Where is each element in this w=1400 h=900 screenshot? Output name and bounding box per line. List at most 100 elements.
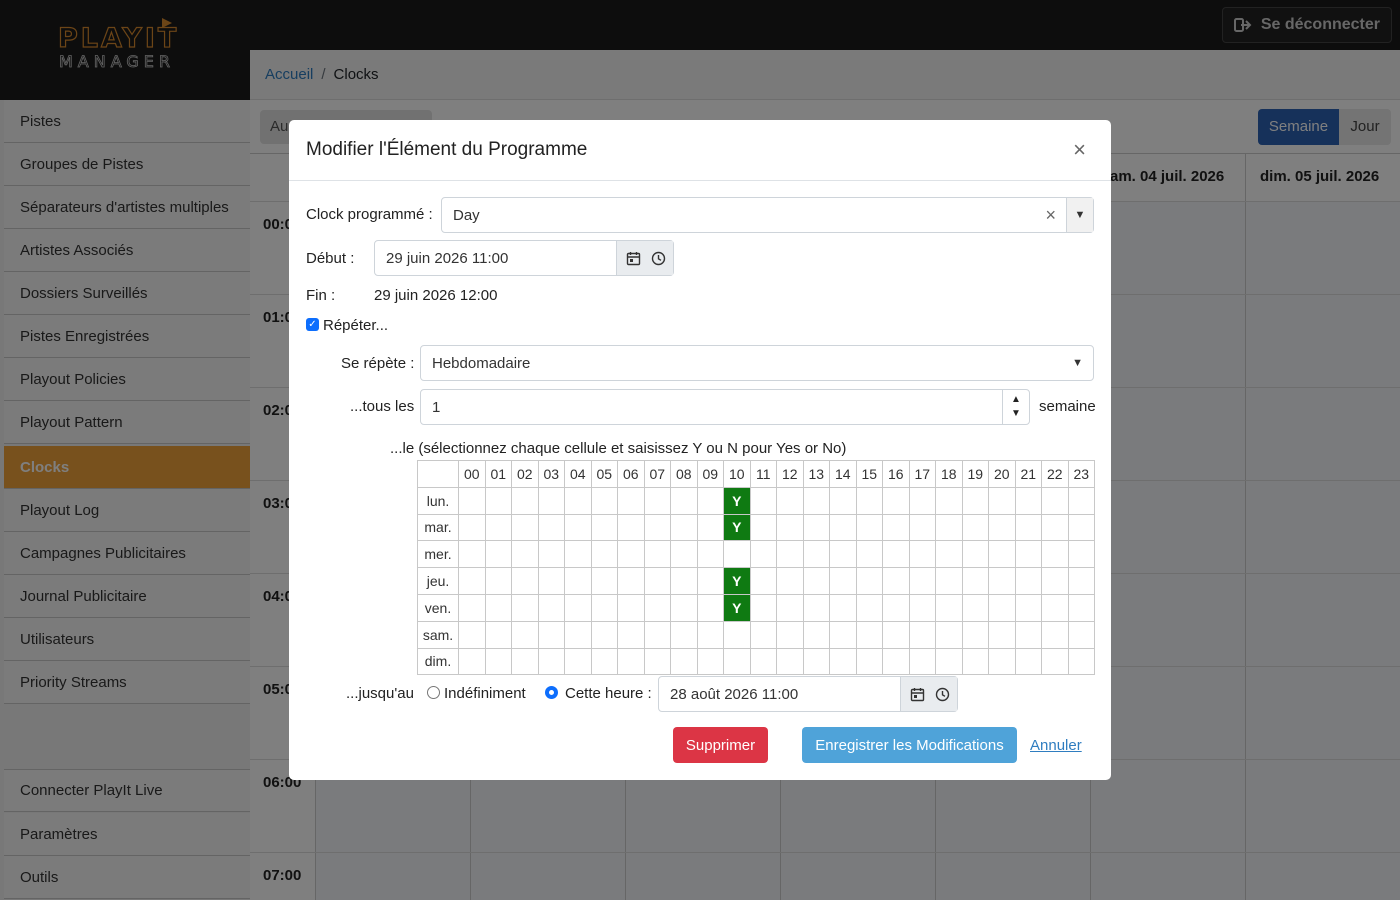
- until-this-time-radio[interactable]: [545, 686, 558, 699]
- grid-cell[interactable]: [961, 647, 989, 676]
- grid-cell[interactable]: [829, 647, 857, 676]
- grid-cell[interactable]: [564, 647, 592, 676]
- grid-cell[interactable]: [670, 513, 698, 542]
- grid-cell[interactable]: [961, 567, 989, 595]
- grid-cell[interactable]: [908, 593, 936, 622]
- close-icon[interactable]: ×: [1073, 137, 1086, 163]
- grid-cell[interactable]: [484, 647, 512, 676]
- grid-cell[interactable]: [1014, 486, 1042, 515]
- grid-cell[interactable]: [749, 567, 777, 595]
- clock-select[interactable]: Day × ▼: [441, 197, 1094, 233]
- grid-cell[interactable]: [882, 567, 910, 595]
- repeats-select[interactable]: Hebdomadaire ▼: [420, 345, 1094, 381]
- grid-cell[interactable]: [1041, 647, 1069, 676]
- grid-cell[interactable]: [961, 593, 989, 622]
- grid-cell[interactable]: [484, 540, 512, 569]
- grid-cell[interactable]: [829, 540, 857, 569]
- grid-cell[interactable]: [1014, 513, 1042, 542]
- grid-cell[interactable]: [511, 620, 539, 649]
- number-spinner[interactable]: ▲ ▼: [1002, 390, 1029, 424]
- every-number-input[interactable]: 1 ▲ ▼: [420, 389, 1030, 425]
- grid-cell[interactable]: [458, 513, 486, 542]
- grid-cell[interactable]: [749, 513, 777, 542]
- grid-cell[interactable]: [590, 647, 618, 676]
- calendar-icon[interactable]: [626, 251, 641, 266]
- grid-cell[interactable]: [988, 513, 1016, 542]
- grid-cell[interactable]: [643, 567, 671, 595]
- grid-cell[interactable]: [988, 647, 1016, 676]
- delete-button[interactable]: Supprimer: [673, 727, 768, 763]
- grid-cell[interactable]: [670, 567, 698, 595]
- grid-cell[interactable]: [749, 593, 777, 622]
- grid-cell[interactable]: [564, 567, 592, 595]
- grid-cell[interactable]: [537, 540, 565, 569]
- grid-cell[interactable]: [484, 567, 512, 595]
- grid-cell[interactable]: [988, 486, 1016, 515]
- grid-cell[interactable]: [670, 486, 698, 515]
- grid-cell[interactable]: [935, 647, 963, 676]
- grid-cell[interactable]: [696, 620, 724, 649]
- until-indefinitely-radio[interactable]: [427, 686, 440, 699]
- grid-cell[interactable]: [882, 540, 910, 569]
- grid-cell[interactable]: [776, 647, 804, 676]
- grid-cell[interactable]: [723, 540, 751, 569]
- grid-cell[interactable]: [1014, 647, 1042, 676]
- grid-cell[interactable]: [829, 513, 857, 542]
- grid-cell[interactable]: [1067, 513, 1095, 542]
- grid-cell[interactable]: [670, 620, 698, 649]
- grid-cell[interactable]: [776, 593, 804, 622]
- grid-cell[interactable]: [988, 593, 1016, 622]
- grid-cell[interactable]: Y: [723, 486, 751, 515]
- grid-cell[interactable]: [696, 513, 724, 542]
- grid-cell[interactable]: [988, 567, 1016, 595]
- grid-cell[interactable]: Y: [723, 593, 751, 622]
- grid-cell[interactable]: [908, 567, 936, 595]
- grid-cell[interactable]: [776, 567, 804, 595]
- grid-cell[interactable]: [590, 513, 618, 542]
- grid-cell[interactable]: [882, 647, 910, 676]
- grid-cell[interactable]: [590, 593, 618, 622]
- grid-cell[interactable]: [643, 486, 671, 515]
- grid-cell[interactable]: [696, 593, 724, 622]
- grid-cell[interactable]: [564, 486, 592, 515]
- grid-cell[interactable]: [961, 540, 989, 569]
- grid-cell[interactable]: Y: [723, 513, 751, 542]
- until-datetime-input[interactable]: 28 août 2026 11:00: [658, 676, 958, 712]
- grid-cell[interactable]: [590, 486, 618, 515]
- grid-cell[interactable]: [855, 540, 883, 569]
- grid-cell[interactable]: [908, 647, 936, 676]
- grid-cell[interactable]: [749, 620, 777, 649]
- grid-cell[interactable]: [511, 647, 539, 676]
- grid-cell[interactable]: [458, 647, 486, 676]
- grid-cell[interactable]: [564, 513, 592, 542]
- grid-cell[interactable]: [484, 620, 512, 649]
- grid-cell[interactable]: [484, 486, 512, 515]
- grid-cell[interactable]: [537, 593, 565, 622]
- grid-cell[interactable]: [908, 486, 936, 515]
- grid-cell[interactable]: [670, 540, 698, 569]
- grid-cell[interactable]: [802, 540, 830, 569]
- grid-cell[interactable]: [829, 620, 857, 649]
- grid-cell[interactable]: [537, 513, 565, 542]
- start-datetime-input[interactable]: 29 juin 2026 11:00: [374, 240, 674, 276]
- grid-cell[interactable]: [1041, 540, 1069, 569]
- grid-cell[interactable]: [935, 567, 963, 595]
- grid-cell[interactable]: [988, 620, 1016, 649]
- grid-cell[interactable]: [458, 620, 486, 649]
- grid-cell[interactable]: [537, 567, 565, 595]
- grid-cell[interactable]: [855, 486, 883, 515]
- grid-cell[interactable]: [855, 647, 883, 676]
- grid-cell[interactable]: [617, 620, 645, 649]
- grid-cell[interactable]: [617, 593, 645, 622]
- grid-cell[interactable]: [458, 593, 486, 622]
- grid-cell[interactable]: [776, 620, 804, 649]
- grid-cell[interactable]: [537, 486, 565, 515]
- grid-cell[interactable]: Y: [723, 567, 751, 595]
- save-button[interactable]: Enregistrer les Modifications: [802, 727, 1017, 763]
- grid-cell[interactable]: [643, 540, 671, 569]
- grid-cell[interactable]: [1014, 567, 1042, 595]
- grid-cell[interactable]: [1041, 486, 1069, 515]
- grid-cell[interactable]: [458, 567, 486, 595]
- grid-cell[interactable]: [590, 540, 618, 569]
- grid-cell[interactable]: [855, 620, 883, 649]
